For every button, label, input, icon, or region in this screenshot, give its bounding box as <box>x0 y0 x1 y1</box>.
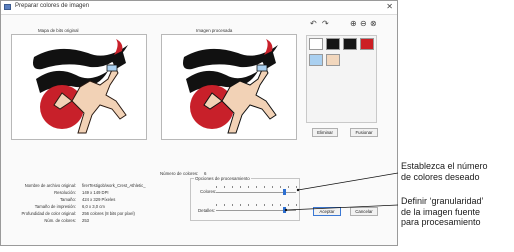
callout-granularity: Definir ‘granularidad’ de la imagen fuen… <box>401 196 484 228</box>
callout-granularity-line: Definir ‘granularidad’ <box>401 196 484 206</box>
callout-colors: Establezca el número de colores deseado <box>401 161 488 182</box>
callout-colors-line: de colores deseado <box>401 171 480 182</box>
callout-granularity-line: de la imagen fuente <box>401 206 481 217</box>
callout-colors-line: Establezca el número <box>401 161 488 171</box>
callout-granularity-line: para procesamiento <box>401 217 481 227</box>
